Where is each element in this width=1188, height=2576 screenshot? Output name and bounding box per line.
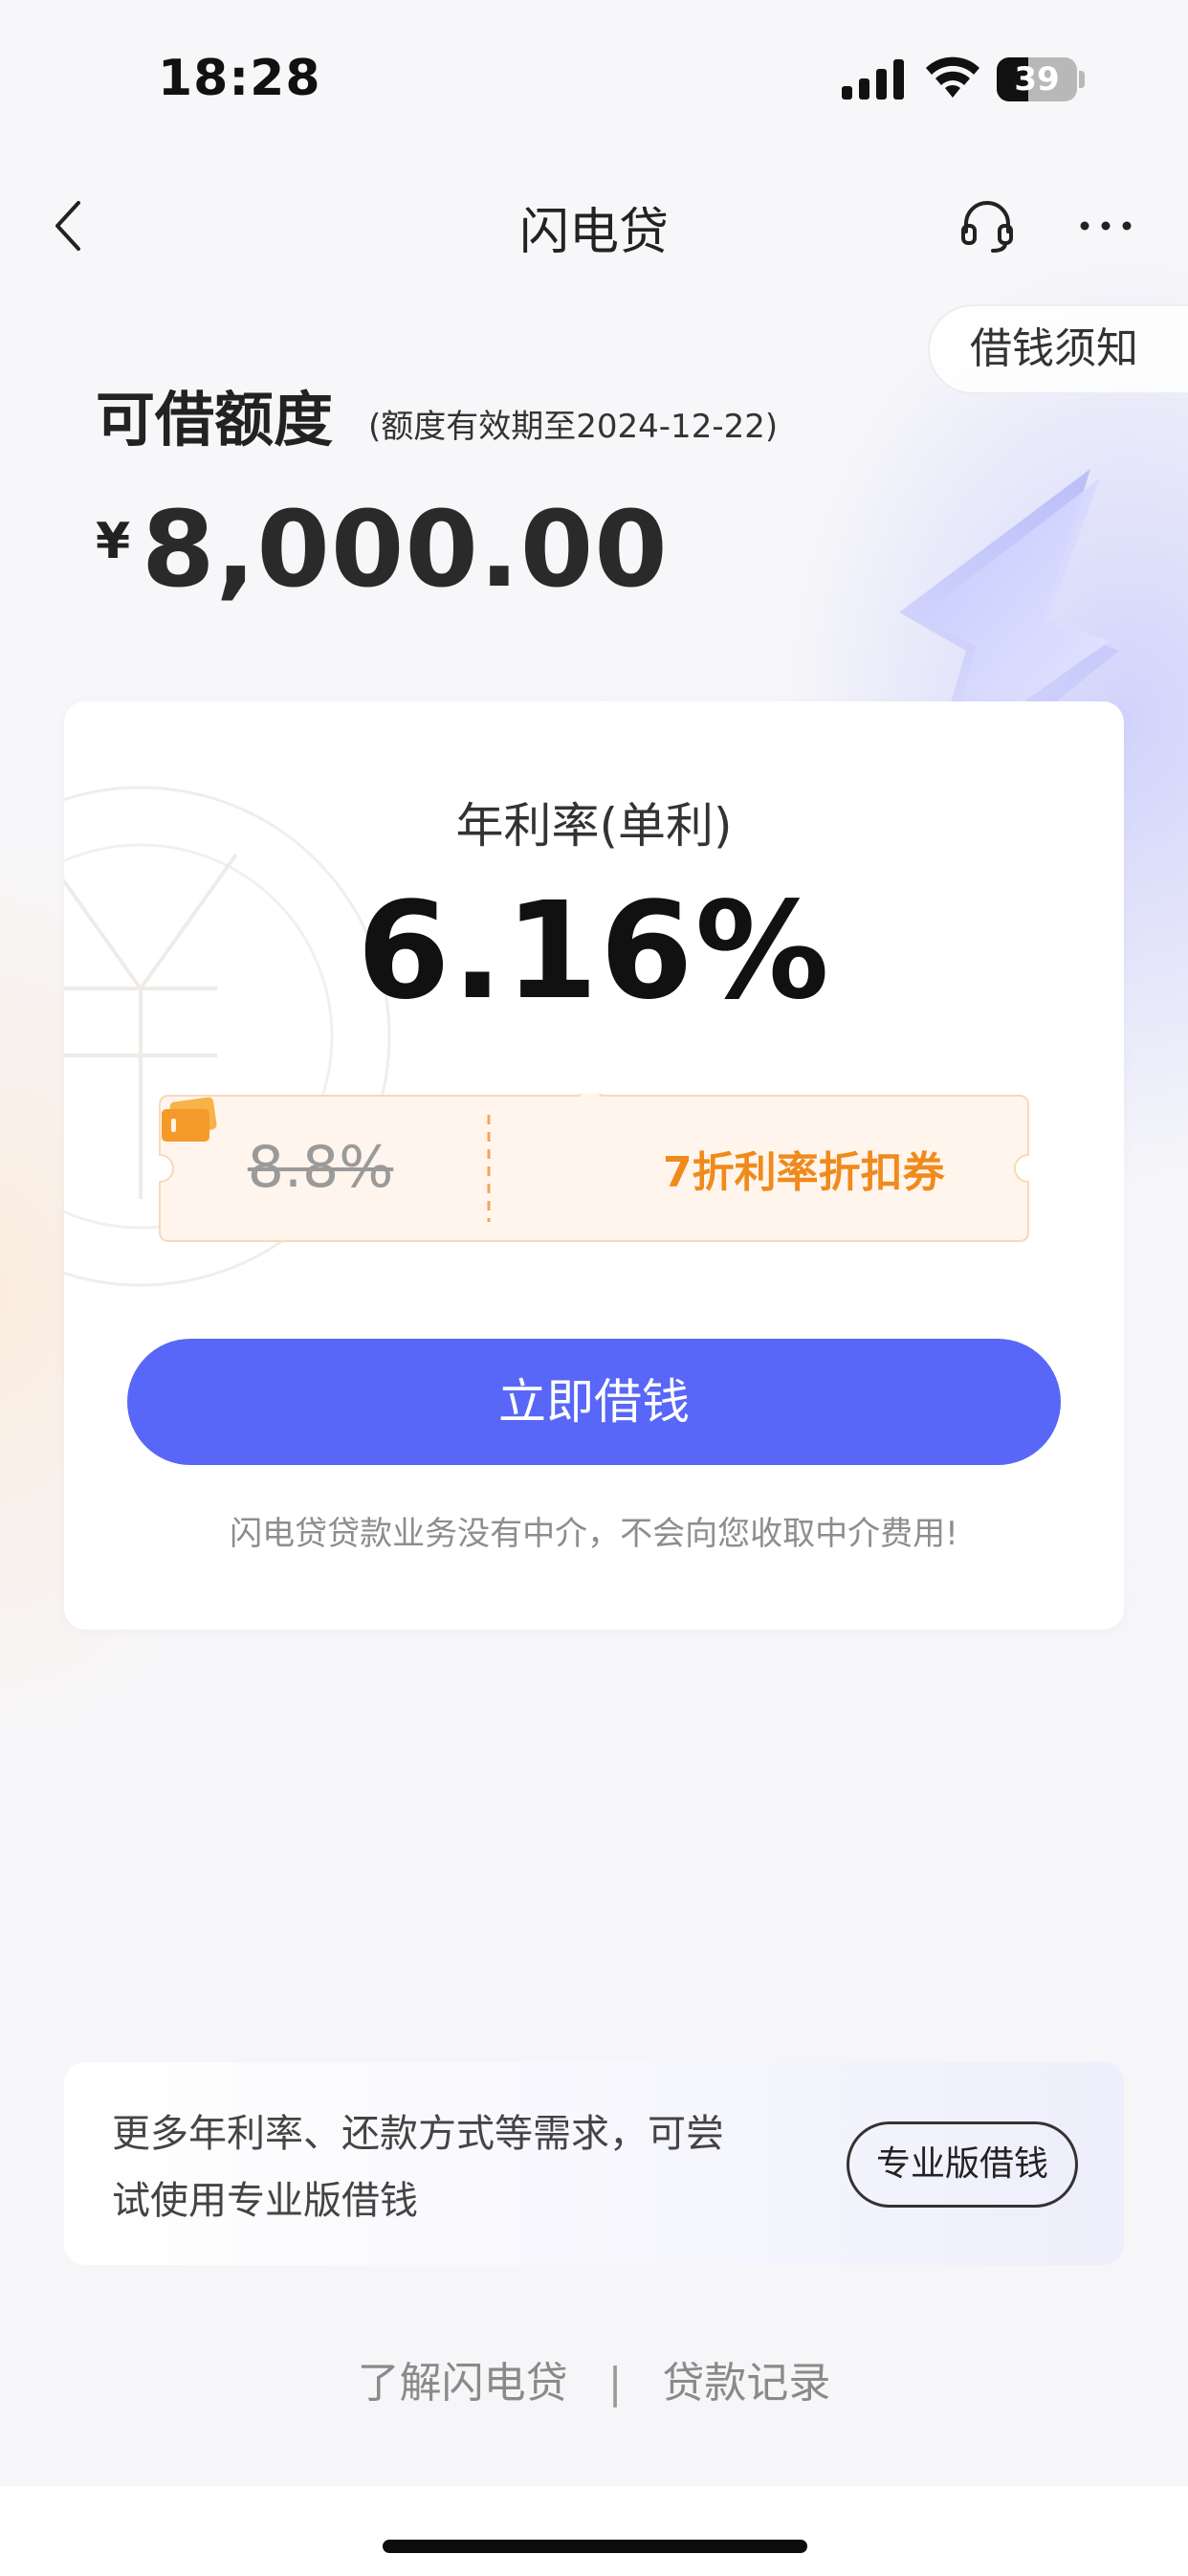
quota-validity: (额度有效期至2024-12-22)	[368, 408, 779, 446]
pro-version-card: 更多年利率、还款方式等需求，可尝试使用专业版借钱 专业版借钱	[64, 2062, 1124, 2265]
quota-label: 可借额度	[96, 385, 334, 455]
page-title: 闪电贷	[518, 204, 669, 261]
bottom-safe-area	[0, 2486, 1188, 2576]
learn-more-link[interactable]: 了解闪电贷	[358, 2348, 568, 2409]
more-icon[interactable]	[1077, 216, 1134, 235]
annual-rate-label: 年利率(单利)	[455, 798, 733, 854]
battery-indicator: 39	[997, 57, 1085, 101]
wifi-icon	[926, 56, 979, 98]
rate-card: 年利率(单利) 6.16% 8.8% 7折利率折扣券 立即借钱 闪电贷贷款业务没…	[64, 701, 1124, 1630]
pro-version-button[interactable]: 专业版借钱	[847, 2121, 1078, 2208]
pro-version-description: 更多年利率、还款方式等需求，可尝试使用专业版借钱	[112, 2112, 724, 2223]
battery-percent: 39	[1014, 60, 1060, 99]
status-time: 18:28	[158, 50, 321, 107]
headset-icon[interactable]	[958, 197, 1016, 255]
quota-amount: 8,000.00	[142, 488, 669, 611]
footer-links: 了解闪电贷 | 贷款记录	[0, 2348, 1188, 2409]
no-intermediary-disclaimer: 闪电贷贷款业务没有中介，不会向您收取中介费用!	[230, 1515, 958, 1553]
borrow-now-button[interactable]: 立即借钱	[127, 1339, 1061, 1465]
borrow-notice-button[interactable]: 借钱须知	[928, 304, 1188, 394]
coupon-label: 7折利率折扣券	[663, 1148, 945, 1197]
signal-icon	[842, 59, 904, 100]
currency-symbol: ¥	[96, 513, 131, 570]
annual-rate-value: 6.16%	[357, 874, 831, 1030]
chevron-left-icon[interactable]	[50, 197, 88, 255]
loan-records-link[interactable]: 贷款记录	[662, 2348, 830, 2409]
discount-coupon[interactable]: 8.8% 7折利率折扣券	[158, 1094, 1030, 1243]
footer-separator: |	[607, 2359, 623, 2408]
ticket-icon	[162, 1097, 217, 1142]
home-indicator	[383, 2540, 807, 2553]
